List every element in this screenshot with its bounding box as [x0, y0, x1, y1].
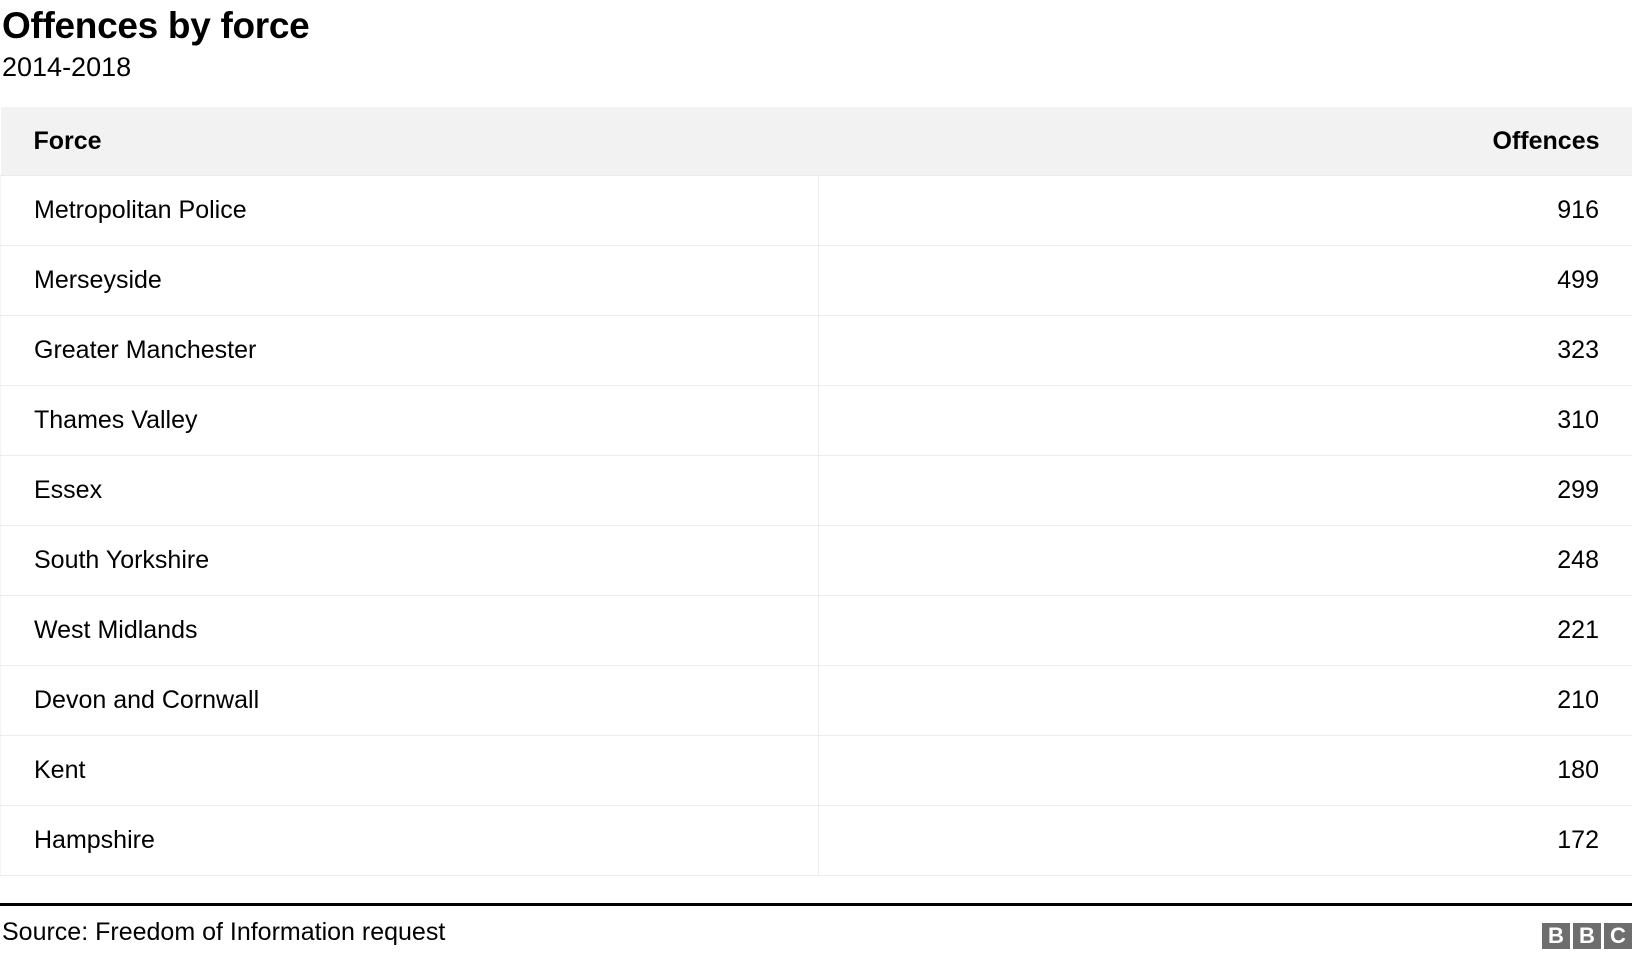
- table-row: Devon and Cornwall 210: [0, 665, 1632, 736]
- cell-force: Merseyside: [0, 245, 819, 316]
- source-note: Source: Freedom of Information request: [2, 918, 446, 946]
- data-table-container: Force Offences Metropolitan Police 916 Mer…: [0, 107, 1632, 876]
- table-header-row: Force Offences: [0, 107, 1632, 176]
- cell-force: South Yorkshire: [0, 525, 819, 596]
- cell-offences: 172: [818, 805, 1632, 876]
- cell-offences: 916: [818, 175, 1632, 246]
- cell-offences: 221: [818, 595, 1632, 666]
- cell-force: Kent: [0, 735, 819, 806]
- cell-force: Hampshire: [0, 805, 819, 876]
- table-row: Kent 180: [0, 735, 1632, 806]
- offences-table: Force Offences Metropolitan Police 916 Mer…: [0, 107, 1632, 876]
- table-header: Force Offences: [0, 107, 1632, 176]
- cell-offences: 299: [818, 455, 1632, 526]
- cell-offences: 323: [818, 315, 1632, 386]
- bbc-logo-letter-3: C: [1604, 923, 1632, 949]
- table-row: Metropolitan Police 916: [0, 175, 1632, 246]
- table-row: Hampshire 172: [0, 805, 1632, 876]
- cell-force: West Midlands: [0, 595, 819, 666]
- bbc-logo: B B C: [1542, 923, 1632, 949]
- bbc-logo-letter-2: B: [1573, 923, 1601, 949]
- column-header-offences[interactable]: Offences: [818, 107, 1632, 176]
- cell-offences: 310: [818, 385, 1632, 456]
- table-row: South Yorkshire 248: [0, 525, 1632, 596]
- cell-force: Thames Valley: [0, 385, 819, 456]
- column-header-force[interactable]: Force: [0, 107, 819, 176]
- table-row: Greater Manchester 323: [0, 315, 1632, 386]
- bbc-logo-letter-1: B: [1542, 923, 1570, 949]
- page-subtitle: 2014-2018: [2, 52, 132, 82]
- table-row: Essex 299: [0, 455, 1632, 526]
- cell-force: Devon and Cornwall: [0, 665, 819, 736]
- table-body: Metropolitan Police 916 Merseyside 499 Great…: [0, 175, 1632, 876]
- cell-offences: 499: [818, 245, 1632, 316]
- cell-force: Essex: [0, 455, 819, 526]
- cell-offences: 210: [818, 665, 1632, 736]
- table-row: Merseyside 499: [0, 245, 1632, 316]
- table-row: Thames Valley 310: [0, 385, 1632, 456]
- page-title: Offences by force: [2, 5, 310, 46]
- table-row: West Midlands 221: [0, 595, 1632, 666]
- cell-force: Metropolitan Police: [0, 175, 819, 246]
- header-block: Offences by force 2014-2018: [0, 0, 1632, 84]
- cell-force: Greater Manchester: [0, 315, 819, 386]
- cell-offences: 248: [818, 525, 1632, 596]
- footer: Source: Freedom of Information request B…: [0, 903, 1632, 962]
- chart-table-page: Offences by force 2014-2018 Force Offenc…: [0, 0, 1632, 962]
- cell-offences: 180: [818, 735, 1632, 806]
